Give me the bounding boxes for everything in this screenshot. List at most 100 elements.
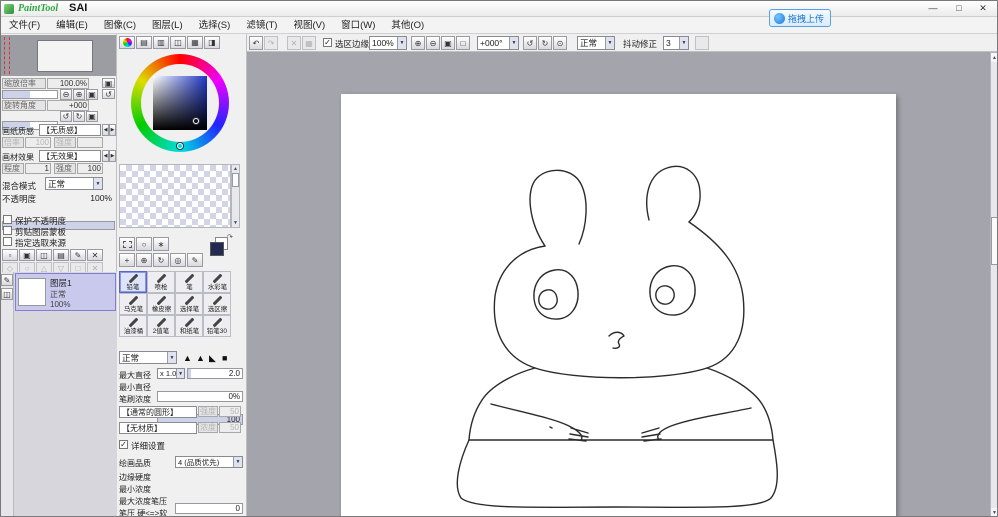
navigator-reset-zoom-button[interactable]: ▣ bbox=[102, 78, 115, 88]
brush-pen[interactable]: 笔 bbox=[175, 271, 203, 293]
canvas-scroll-thumb[interactable] bbox=[991, 217, 998, 265]
maximize-button[interactable]: □ bbox=[947, 1, 971, 15]
sv-marker[interactable] bbox=[193, 118, 199, 124]
edit-layer-button[interactable]: ✎ bbox=[70, 249, 86, 261]
zoom-in-button[interactable]: ⊕ bbox=[411, 36, 425, 50]
edge-hardness-slider[interactable]: 0 bbox=[175, 503, 243, 514]
navigator-zoom-in-button[interactable]: ⊕ bbox=[73, 89, 85, 100]
zoom-tool-button[interactable]: ⊕ bbox=[136, 253, 152, 267]
brush-pencil[interactable]: 铅笔 bbox=[119, 271, 147, 293]
menu-item-window[interactable]: 窗口(W) bbox=[333, 17, 383, 34]
brush-marker[interactable]: 马克笔 bbox=[119, 293, 147, 315]
menu-item-edit[interactable]: 编辑(E) bbox=[48, 17, 96, 34]
angle-select[interactable]: +000°▼ bbox=[477, 36, 519, 50]
hue-marker[interactable] bbox=[177, 143, 183, 149]
menu-item-canvas[interactable]: 图像(C) bbox=[96, 17, 144, 34]
scroll-up-icon[interactable]: ▲ bbox=[991, 53, 998, 62]
scratchpad-scrollbar[interactable]: ▲ ▼ bbox=[231, 164, 240, 228]
scroll-up-icon[interactable]: ▲ bbox=[232, 165, 239, 173]
rotate-reset-button[interactable]: ⊙ bbox=[553, 36, 567, 50]
toolbar-mode-select[interactable]: 正常▼ bbox=[577, 36, 615, 50]
zoom-reset-button[interactable]: □ bbox=[456, 36, 470, 50]
eyedropper-tool-button[interactable]: ✎ bbox=[187, 253, 203, 267]
drag-upload-button[interactable]: 拖拽上传 bbox=[769, 9, 831, 27]
swap-colors-icon[interactable]: ↷ bbox=[227, 233, 233, 241]
zoom-out-button[interactable]: ⊖ bbox=[426, 36, 440, 50]
brush-shape-icon[interactable]: ▲ bbox=[196, 353, 205, 363]
paint-effect-rail-button[interactable]: ✎ bbox=[1, 274, 13, 286]
brush-watercolor[interactable]: 水彩笔 bbox=[203, 271, 231, 293]
brush-select-pen[interactable]: 选择笔 bbox=[175, 293, 203, 315]
brush-mode-select[interactable]: 正常▼ bbox=[119, 351, 177, 364]
rgb-slider-tab[interactable]: ▤ bbox=[136, 36, 152, 49]
menu-item-select[interactable]: 选择(S) bbox=[191, 17, 239, 34]
quality-select[interactable]: 4 (品质优先)▼ bbox=[175, 456, 243, 468]
effect-degree-value[interactable]: 1 bbox=[25, 163, 51, 174]
menu-item-others[interactable]: 其他(O) bbox=[383, 17, 432, 34]
zoom-fit-button[interactable]: ▣ bbox=[441, 36, 455, 50]
brush-binary-pen[interactable]: 2值笔 bbox=[147, 315, 175, 337]
lasso-tool-button[interactable]: ○ bbox=[136, 237, 152, 251]
next-effect-button[interactable]: ▶ bbox=[109, 150, 116, 162]
invert-selection-button[interactable]: ▦ bbox=[302, 36, 316, 50]
stabilizer-extra-button[interactable] bbox=[695, 36, 709, 50]
color-mixer-tab[interactable]: ◫ bbox=[170, 36, 186, 49]
menu-item-filter[interactable]: 滤镜(T) bbox=[238, 17, 285, 34]
min-diameter-slider[interactable]: 0% bbox=[157, 391, 243, 402]
delete-layer-button[interactable]: ✕ bbox=[87, 249, 103, 261]
brush-paper-pen[interactable]: 和纸笔 bbox=[175, 315, 203, 337]
rotate-cw-button[interactable]: ↻ bbox=[538, 36, 552, 50]
prev-texture-button[interactable]: ◀ bbox=[102, 124, 109, 136]
marquee-tool-button[interactable] bbox=[119, 237, 135, 251]
zoom-select[interactable]: 100%▼ bbox=[369, 36, 407, 50]
deselect-button[interactable]: ✕ bbox=[287, 36, 301, 50]
new-layer-button[interactable]: ▫ bbox=[2, 249, 18, 261]
color-wheel-tab[interactable] bbox=[119, 36, 135, 49]
navigator-zoom-100-button[interactable]: ▣ bbox=[86, 89, 98, 100]
hsv-slider-tab[interactable]: ▥ bbox=[153, 36, 169, 49]
rotate-tool-button[interactable]: ↻ bbox=[153, 253, 169, 267]
selection-source-checkbox[interactable] bbox=[3, 237, 12, 246]
hand-tool-button[interactable]: ◎ bbox=[170, 253, 186, 267]
paper-texture-select[interactable]: 【无质感】 bbox=[39, 124, 101, 136]
scroll-down-icon[interactable]: ▼ bbox=[991, 508, 998, 517]
move-tool-button[interactable]: + bbox=[119, 253, 135, 267]
navigator-reset-angle-button[interactable]: ↺ bbox=[102, 89, 115, 99]
prev-effect-button[interactable]: ◀ bbox=[102, 150, 109, 162]
menu-item-view[interactable]: 视图(V) bbox=[285, 17, 333, 34]
next-texture-button[interactable]: ▶ bbox=[109, 124, 116, 136]
menu-item-file[interactable]: 文件(F) bbox=[1, 17, 48, 34]
mask-rail-button[interactable]: ◫ bbox=[1, 288, 13, 300]
current-color-swatch[interactable] bbox=[210, 242, 224, 256]
preserve-opacity-checkbox[interactable] bbox=[3, 215, 12, 224]
swatches-tab[interactable]: ▦ bbox=[187, 36, 203, 49]
rotate-ccw-button[interactable]: ↺ bbox=[523, 36, 537, 50]
diameter-unit-select[interactable]: x 1.0▼ bbox=[157, 368, 185, 379]
brush-shape-icon[interactable]: ■ bbox=[222, 353, 227, 363]
blend-mode-select[interactable]: 正常▼ bbox=[45, 177, 103, 190]
selection-edge-checkbox[interactable] bbox=[323, 38, 332, 47]
minimize-button[interactable]: — bbox=[921, 1, 945, 15]
effect-strength-value[interactable]: 100 bbox=[77, 163, 103, 174]
brush-shape-icon[interactable]: ▲ bbox=[183, 353, 192, 363]
brush-texture-select[interactable]: 【无材质】 bbox=[119, 422, 197, 434]
material-effect-select[interactable]: 【无效果】 bbox=[39, 150, 101, 162]
navigator-rotate-cw-button[interactable]: ↻ bbox=[73, 111, 85, 122]
navigator-zoom-slider[interactable] bbox=[2, 90, 58, 99]
stabilizer-select[interactable]: 3▼ bbox=[663, 36, 689, 50]
paste-layer-button[interactable]: ▤ bbox=[53, 249, 69, 261]
scratchpad-scroll-thumb[interactable] bbox=[232, 173, 239, 187]
brush-shape-select[interactable]: 【通常的圆形】 bbox=[119, 406, 197, 418]
new-layer-set-button[interactable]: ▣ bbox=[19, 249, 35, 261]
undo-button[interactable]: ↶ bbox=[249, 36, 263, 50]
max-diameter-slider[interactable]: 2.0 bbox=[187, 368, 243, 379]
brush-pencil30[interactable]: 铅笔30 bbox=[203, 315, 231, 337]
saturation-value-square[interactable] bbox=[153, 76, 207, 130]
close-button[interactable]: ✕ bbox=[971, 1, 995, 15]
scratchpad-area[interactable] bbox=[119, 164, 231, 228]
advanced-settings-checkbox[interactable] bbox=[119, 440, 128, 449]
navigator-preview[interactable] bbox=[1, 35, 116, 76]
clipping-mask-checkbox[interactable] bbox=[3, 226, 12, 235]
scroll-down-icon[interactable]: ▼ bbox=[232, 219, 239, 227]
navigator-zoom-out-button[interactable]: ⊖ bbox=[60, 89, 72, 100]
